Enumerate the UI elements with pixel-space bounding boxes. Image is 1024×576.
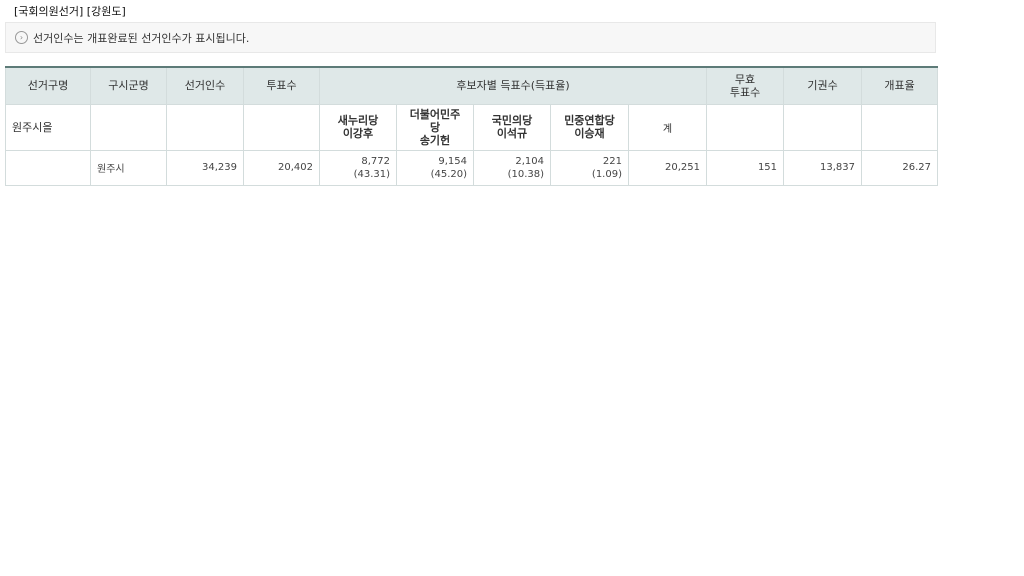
empty-cell bbox=[166, 103, 244, 151]
candidate-cell: 더불어민주 당 송기헌 bbox=[396, 103, 474, 151]
empty-cell bbox=[783, 103, 863, 151]
count-rate-cell: 26.27 bbox=[861, 149, 939, 186]
votes-count: 9,154 bbox=[438, 155, 467, 167]
votes-count: 2,104 bbox=[515, 155, 544, 167]
candidate-name: 이강후 bbox=[342, 127, 374, 140]
candidate-party-cont: 당 bbox=[429, 120, 441, 134]
invalid-cell: 151 bbox=[706, 149, 785, 186]
header-candidate-votes: 후보자별 득표수(득표율) bbox=[318, 66, 708, 105]
candidate-party: 민중연합당 bbox=[564, 114, 615, 127]
candidate-party: 새누리당 bbox=[337, 114, 379, 127]
candidate-cell: 새누리당 이강후 bbox=[319, 103, 397, 151]
candidate-name: 이석규 bbox=[496, 127, 528, 140]
header-abstentions: 기권수 bbox=[783, 66, 863, 105]
table-header-row: 선거구명 구시군명 선거인수 투표수 후보자별 득표수(득표율) 무효 투표수 … bbox=[5, 66, 939, 105]
district-name-cell: 원주시을 bbox=[5, 103, 91, 151]
votes-cell: 221 (1.09) bbox=[550, 149, 629, 186]
total-cell: 20,251 bbox=[627, 149, 708, 186]
candidate-party: 더불어민주 bbox=[409, 107, 461, 121]
empty-cell bbox=[861, 103, 939, 151]
votes-rate: (1.09) bbox=[591, 168, 622, 180]
votes-rate: (43.31) bbox=[353, 168, 390, 180]
votes-rate: (45.20) bbox=[430, 168, 467, 180]
votes-cell: 8,772 (43.31) bbox=[319, 149, 397, 186]
municipality-cell: 원주시 bbox=[90, 149, 167, 186]
abstentions-cell: 13,837 bbox=[783, 149, 863, 186]
empty-cell bbox=[243, 103, 320, 151]
votes-count: 8,772 bbox=[361, 155, 390, 167]
header-invalid: 무효 투표수 bbox=[706, 66, 785, 105]
header-electors: 선거인수 bbox=[166, 66, 244, 105]
votes-rate: (10.38) bbox=[507, 168, 544, 180]
results-table: 선거구명 구시군명 선거인수 투표수 후보자별 득표수(득표율) 무효 투표수 … bbox=[5, 66, 939, 186]
candidate-row: 원주시을 새누리당 이강후 더불어민주 당 송기헌 국민의당 이석규 민중연합당… bbox=[5, 103, 939, 151]
notice-box: › 선거인수는 개표완료된 선거인수가 표시됩니다. bbox=[5, 22, 936, 53]
total-label-cell: 계 bbox=[627, 103, 708, 151]
candidate-party: 국민의당 bbox=[491, 114, 533, 127]
notice-text: 선거인수는 개표완료된 선거인수가 표시됩니다. bbox=[33, 31, 250, 45]
circle-arrow-right-icon: › bbox=[15, 31, 28, 44]
votes-cell: 2,104 (10.38) bbox=[473, 149, 551, 186]
candidate-cell: 국민의당 이석규 bbox=[473, 103, 551, 151]
candidate-name: 이승재 bbox=[574, 127, 605, 140]
empty-cell bbox=[706, 103, 785, 151]
header-invalid-line1: 무효 bbox=[734, 72, 756, 86]
electors-cell: 34,239 bbox=[166, 149, 244, 186]
header-district: 선거구명 bbox=[5, 66, 91, 105]
header-municipality: 구시군명 bbox=[90, 66, 167, 105]
votes-count: 221 bbox=[602, 155, 622, 167]
candidate-name: 송기헌 bbox=[419, 133, 451, 147]
header-count-rate: 개표율 bbox=[861, 66, 939, 105]
table-row: 원주시 34,239 20,402 8,772 (43.31) 9,154 (4… bbox=[5, 149, 939, 186]
page-title: [국회의원선거] [강원도] bbox=[14, 5, 126, 18]
empty-cell bbox=[5, 149, 91, 186]
empty-cell bbox=[90, 103, 167, 151]
header-invalid-line2: 투표수 bbox=[729, 85, 761, 99]
header-voters: 투표수 bbox=[243, 66, 320, 105]
voters-cell: 20,402 bbox=[243, 149, 320, 186]
votes-cell: 9,154 (45.20) bbox=[396, 149, 474, 186]
candidate-cell: 민중연합당 이승재 bbox=[550, 103, 629, 151]
